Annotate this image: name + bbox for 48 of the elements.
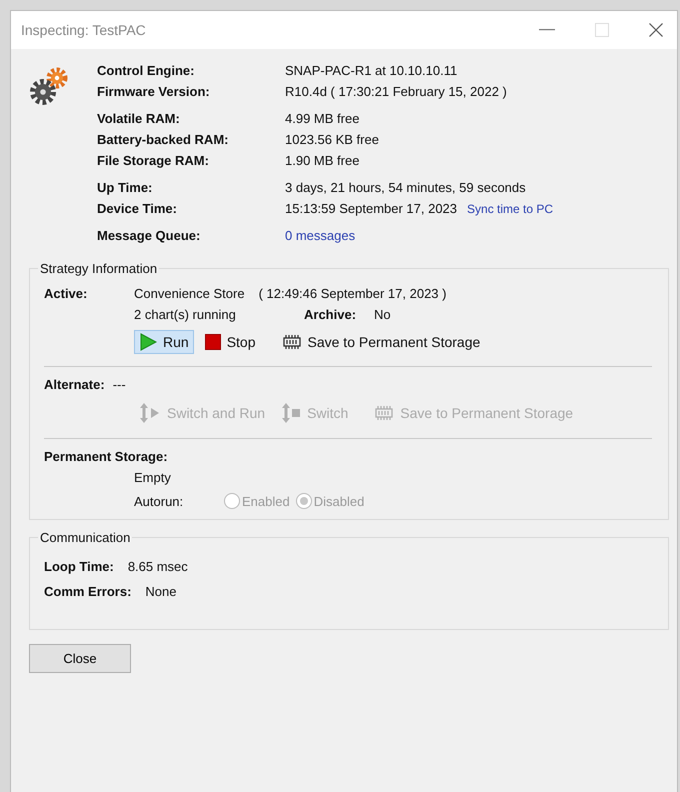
- field-label: Up Time:: [97, 180, 154, 195]
- field-value: 8.65 msec: [128, 559, 188, 574]
- group-title: Communication: [39, 530, 132, 545]
- field-label: Firmware Version:: [97, 84, 211, 99]
- field-label: Comm Errors:: [44, 584, 132, 599]
- field-value: 15:13:59 September 17, 2023: [285, 201, 458, 216]
- strategy-name: Convenience Store: [134, 286, 245, 301]
- field-value: R10.4d ( 17:30:21 February 15, 2022 ): [285, 84, 507, 99]
- sync-link[interactable]: Sync time to PC: [467, 202, 554, 216]
- switch-stop-icon: [281, 403, 302, 423]
- field-label: File Storage RAM:: [97, 153, 210, 168]
- field-label: Loop Time:: [44, 559, 114, 574]
- memory-chip-icon: [374, 405, 394, 421]
- field-value: 1.90 MB free: [285, 153, 360, 168]
- field-value: No: [374, 307, 391, 322]
- run-button[interactable]: Run: [134, 330, 194, 354]
- memory-chip-icon: [282, 334, 302, 350]
- field-value: ---: [112, 377, 126, 392]
- field-label: Device Time:: [97, 201, 178, 216]
- stop-icon: [204, 334, 221, 350]
- field-value: None: [145, 584, 176, 599]
- minimize-icon[interactable]: [539, 29, 555, 31]
- field-label: Autorun:: [134, 494, 184, 508]
- window-title: Inspecting: TestPAC: [21, 22, 146, 38]
- field-value: Empty: [134, 470, 171, 485]
- group-title: Strategy Information: [39, 261, 158, 276]
- close-icon[interactable]: [649, 23, 663, 37]
- field-label: Active:: [44, 286, 88, 301]
- field-value: 1023.56 KB free: [285, 132, 379, 147]
- field-label: Alternate:: [44, 377, 105, 392]
- switch-run-icon: [139, 403, 161, 423]
- charts-running: 2 chart(s) running: [134, 307, 237, 322]
- field-label: Battery-backed RAM:: [97, 132, 230, 147]
- stop-button[interactable]: Stop: [200, 330, 260, 354]
- field-label: Control Engine:: [97, 63, 196, 78]
- field-label: Message Queue:: [97, 228, 202, 243]
- save-button[interactable]: Save to Permanent Storage: [276, 330, 486, 354]
- field-value: SNAP-PAC-R1 at 10.10.10.11: [285, 63, 458, 78]
- field-value: 4.99 MB free: [285, 111, 360, 126]
- message-link[interactable]: 0 messages: [285, 228, 356, 243]
- play-icon: [139, 333, 157, 351]
- field-label: Permanent Storage:: [44, 449, 168, 464]
- field-label: Volatile RAM:: [97, 111, 181, 126]
- field-value: 3 days, 21 hours, 54 minutes, 59 seconds: [285, 180, 526, 195]
- field-label: Archive:: [304, 307, 356, 322]
- timestamp: ( 12:49:46 September 17, 2023 ): [258, 286, 446, 301]
- maximize-icon: [595, 23, 609, 37]
- close-button[interactable]: Close: [29, 644, 131, 673]
